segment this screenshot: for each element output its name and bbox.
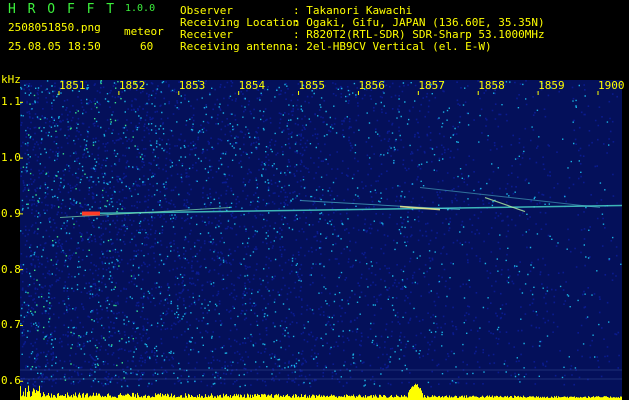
datetime-label: 25.08.05 18:50 [8, 40, 101, 53]
hrofft-screen: H R O F F T 1.0.0 2508051850.png meteor … [0, 0, 629, 400]
x-tick-label: 1859 [538, 79, 565, 92]
location-label: Receiving Location [180, 16, 300, 29]
x-tick-label: 1858 [478, 79, 505, 92]
x-tick-label: 1855 [298, 79, 326, 92]
location-value: : Ogaki, Gifu, JAPAN (136.60E, 35.35N) [293, 16, 545, 29]
y-tick-label: 1.1 [1, 95, 21, 109]
antenna-label: Receiving antenna [180, 40, 293, 53]
filename-label: 2508051850.png [8, 21, 101, 34]
y-tick-label: 1.0 [1, 151, 21, 165]
y-tick-label: 0.8 [1, 262, 21, 276]
observer-label: Observer [180, 4, 233, 17]
meteor-head-echo [82, 211, 100, 216]
x-tick-label: 1853 [178, 79, 206, 92]
x-tick-label: 1856 [358, 79, 385, 92]
x-tick-label: 1854 [238, 79, 266, 92]
mode-label: meteor [124, 25, 164, 38]
count-label: 60 [140, 40, 154, 53]
receiver-label: Receiver [180, 28, 233, 41]
spectrogram-chart [20, 80, 623, 400]
y-tick-label: 0.6 [1, 374, 21, 388]
x-tick-label: 1852 [118, 79, 146, 92]
observer-value: : Takanori Kawachi [293, 4, 413, 17]
x-tick-label: 1851 [59, 79, 86, 92]
noise-field [20, 80, 622, 398]
y-tick-label: 0.9 [1, 206, 21, 220]
version-label: 1.0.0 [125, 3, 156, 14]
receiver-value: : R820T2(RTL-SDR) SDR-Sharp 53.1000MHz [293, 28, 545, 41]
y-axis-unit: kHz [1, 73, 21, 86]
y-tick-label: 0.7 [1, 318, 21, 332]
antenna-value: : 2el-HB9CV Vertical (el. E-W) [293, 40, 492, 53]
x-tick-label: 1900 [598, 79, 625, 92]
app-logo: H R O F F T [8, 2, 117, 17]
x-tick-label: 1857 [418, 79, 445, 92]
